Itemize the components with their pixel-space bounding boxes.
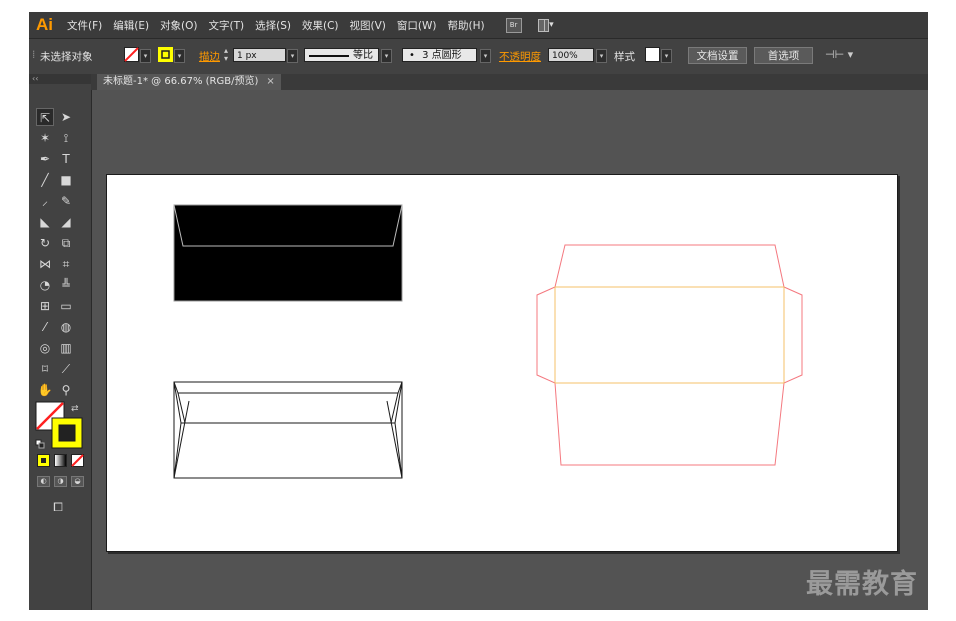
zoom-tool-icon[interactable]: ⚲ [57, 381, 75, 399]
blob-brush-tool-icon[interactable]: ◣ [36, 213, 54, 231]
artboard-artwork [173, 204, 803, 479]
column-graph-tool-icon[interactable]: ▥ [57, 339, 75, 357]
opacity-dropdown[interactable]: ▾ [596, 49, 607, 63]
document-setup-button[interactable]: 文档设置 [688, 47, 747, 64]
stroke-label[interactable]: 描边 [199, 49, 220, 64]
magic-wand-tool-icon[interactable]: ✶ [36, 129, 54, 147]
type-tool-icon[interactable]: T [57, 150, 75, 168]
preferences-button[interactable]: 首选项 [754, 47, 813, 64]
menu-help[interactable]: 帮助(H) [448, 18, 485, 33]
width-tool-icon[interactable]: ⋈ [36, 255, 54, 273]
bridge-icon[interactable]: Br [505, 17, 522, 33]
control-bar-grip: ⁞ [32, 49, 36, 61]
symbol-sprayer-tool-icon[interactable]: ◎ [36, 339, 54, 357]
stroke-color-swatch-icon[interactable] [158, 47, 173, 62]
stroke-weight-field[interactable]: 1 px [233, 48, 286, 62]
illustrator-window: Ai 文件(F) 编辑(E) 对象(O) 文字(T) 选择(S) 效果(C) 视… [29, 12, 928, 610]
line-tool-icon[interactable]: ╱ [36, 171, 54, 189]
brush-dropdown[interactable]: ▾ [480, 49, 491, 63]
menu-bar: Ai 文件(F) 编辑(E) 对象(O) 文字(T) 选择(S) 效果(C) 视… [29, 12, 928, 38]
pencil-tool-icon[interactable]: ✎ [57, 192, 75, 210]
opacity-label[interactable]: 不透明度 [499, 49, 541, 64]
rectangle-tool-icon[interactable]: ■ [57, 171, 75, 189]
stroke-weight-dropdown[interactable]: ▾ [287, 49, 298, 63]
selection-status: 未选择对象 [40, 51, 93, 63]
collapse-icon[interactable]: ‹‹ [32, 74, 38, 83]
menu-type[interactable]: 文字(T) [209, 18, 245, 33]
brush-label: 3 点圆形 [422, 50, 462, 61]
watermark: 最需教育 [806, 569, 918, 600]
variable-width-profile[interactable]: 等比 [304, 48, 379, 62]
menu-object[interactable]: 对象(O) [160, 18, 197, 33]
graphic-style-swatch[interactable] [645, 47, 660, 62]
gradient-mode-icon[interactable] [54, 454, 67, 467]
document-tab[interactable]: 未标题-1* @ 66.67% (RGB/预览) × [97, 74, 281, 90]
artboard-tool-icon[interactable]: ⌑ [36, 360, 54, 378]
menu-view[interactable]: 视图(V) [350, 18, 386, 33]
stroke-color-dropdown[interactable]: ▾ [174, 49, 185, 63]
menu-edit[interactable]: 编辑(E) [113, 18, 149, 33]
eraser-tool-icon[interactable]: ◢ [57, 213, 75, 231]
svg-text:⇄: ⇄ [71, 404, 79, 414]
style-label: 样式 [614, 51, 635, 63]
paintbrush-tool-icon[interactable]: ⸝ [36, 192, 54, 210]
fill-stroke-widget[interactable]: ⇄ [35, 401, 87, 451]
menu-window[interactable]: 窗口(W) [397, 18, 437, 33]
profile-label: 等比 [353, 50, 373, 61]
none-mode-icon[interactable] [71, 454, 84, 467]
arrange-documents-icon[interactable]: ▾ [537, 18, 554, 32]
envelope-template[interactable] [536, 244, 803, 466]
artboard[interactable] [106, 174, 898, 552]
brush-definition[interactable]: • 3 点圆形 [402, 48, 477, 62]
fill-none-swatch-icon[interactable] [124, 47, 139, 62]
lasso-tool-icon[interactable]: ⟟ [57, 129, 75, 147]
draw-normal-icon[interactable]: ◐ [37, 476, 50, 487]
color-mode-icon[interactable] [37, 454, 50, 467]
arrange-icon[interactable]: ⊣⊢ ▾ [825, 48, 853, 61]
opacity-field[interactable]: 100% [548, 48, 594, 62]
style-dropdown[interactable]: ▾ [661, 49, 672, 63]
screen-mode-icon[interactable]: ⧠ [49, 498, 67, 516]
tools-panel: ‹‹ ⇱ ➤ ✶ ⟟ ✒ T ╱ ■ ⸝ ✎ ◣ ◢ ↻ ⧉ ⋈ ⌗ ◔ ╩ ⊞… [29, 74, 92, 610]
eyedropper-tool-icon[interactable]: ⁄ [36, 318, 54, 336]
direct-selection-tool-icon[interactable]: ➤ [57, 108, 75, 126]
hand-tool-icon[interactable]: ✋ [36, 381, 54, 399]
document-tab-title: 未标题-1* @ 66.67% (RGB/预览) [103, 76, 259, 87]
app-logo: Ai [36, 15, 53, 34]
scale-tool-icon[interactable]: ⧉ [57, 234, 75, 252]
mesh-tool-icon[interactable]: ⊞ [36, 297, 54, 315]
close-tab-icon[interactable]: × [266, 76, 274, 87]
selection-tool-icon[interactable]: ⇱ [36, 108, 54, 126]
rotate-tool-icon[interactable]: ↻ [36, 234, 54, 252]
brush-dot-icon: • [409, 50, 415, 61]
pen-tool-icon[interactable]: ✒ [36, 150, 54, 168]
shape-builder-tool-icon[interactable]: ◔ [36, 276, 54, 294]
blend-tool-icon[interactable]: ◍ [57, 318, 75, 336]
slice-tool-icon[interactable]: ⟋ [57, 360, 75, 378]
draw-behind-icon[interactable]: ◑ [54, 476, 67, 487]
profile-dropdown[interactable]: ▾ [381, 49, 392, 63]
tools-panel-header[interactable]: ‹‹ [29, 74, 91, 84]
stroke-weight-stepper-icon[interactable]: ▴ ▾ [224, 47, 228, 63]
envelope-black[interactable] [173, 204, 403, 302]
fill-dropdown[interactable]: ▾ [140, 49, 151, 63]
perspective-grid-tool-icon[interactable]: ╩ [57, 276, 75, 294]
document-tab-bar: 未标题-1* @ 66.67% (RGB/预览) × [91, 74, 928, 90]
draw-inside-icon[interactable]: ◒ [71, 476, 84, 487]
envelope-outline[interactable] [173, 381, 403, 479]
gradient-tool-icon[interactable]: ▭ [57, 297, 75, 315]
menu-select[interactable]: 选择(S) [255, 18, 291, 33]
free-transform-tool-icon[interactable]: ⌗ [57, 255, 75, 273]
menu-file[interactable]: 文件(F) [67, 18, 102, 33]
control-bar: ⁞ 未选择对象 ▾ ▾ 描边 ▴ ▾ 1 px ▾ 等比 ▾ • 3 点圆形 ▾ … [29, 38, 928, 75]
menu-effect[interactable]: 效果(C) [302, 18, 339, 33]
